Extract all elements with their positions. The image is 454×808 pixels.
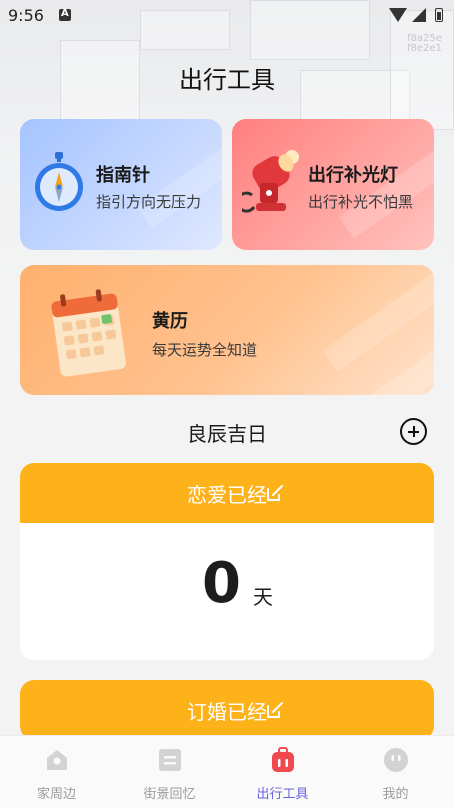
tool-subtitle: 指引方向无压力 (96, 193, 202, 211)
bottom-nav: 家周边 街景回忆 出行工具 我的 (0, 735, 454, 808)
lamp-icon (242, 150, 299, 213)
nav-label: 我的 (382, 787, 409, 802)
wifi-icon (389, 8, 407, 22)
nav-item-street-memory[interactable]: 街景回忆 (113, 736, 226, 808)
nav-item-travel-tools[interactable]: 出行工具 (226, 736, 339, 808)
battery-icon (435, 8, 443, 22)
tool-title: 黄历 (152, 311, 188, 332)
counter-label: 订婚已经 (187, 700, 267, 724)
watermark-line2: f8e2e1 (407, 43, 442, 54)
tool-subtitle: 每天运势全知道 (152, 341, 258, 359)
day-counter-card[interactable]: 订婚已经 (20, 680, 434, 740)
add-button[interactable] (400, 418, 427, 445)
nav-item-nearby[interactable]: 家周边 (0, 736, 113, 808)
tool-title: 指南针 (96, 165, 150, 186)
day-counter-card[interactable]: 恋爱已经 0 天 (20, 463, 434, 660)
tool-card-almanac[interactable]: 黄历 每天运势全知道 (20, 265, 434, 395)
card-decoration (322, 265, 434, 372)
compass-icon (35, 152, 83, 211)
suitcase-icon (272, 747, 294, 772)
counter-header: 订婚已经 (20, 680, 434, 740)
nav-item-mine[interactable]: 我的 (339, 736, 452, 808)
tool-card-compass[interactable]: 指南针 指引方向无压力 (20, 119, 222, 250)
section-title: 良辰吉日 (187, 422, 267, 446)
status-time: 9:56 (8, 6, 44, 25)
edit-icon[interactable] (265, 483, 285, 503)
location-pin-icon (47, 750, 67, 770)
list-card-icon (159, 749, 181, 771)
status-bar: 9:56 (0, 0, 454, 32)
page-title: 出行工具 (179, 66, 275, 94)
edit-icon[interactable] (265, 700, 285, 720)
calendar-icon (51, 289, 126, 377)
counter-unit: 天 (253, 585, 273, 609)
nav-label: 出行工具 (256, 787, 309, 802)
counter-label: 恋爱已经 (187, 483, 267, 507)
app-notification-icon (59, 8, 71, 21)
nav-label: 街景回忆 (143, 787, 196, 802)
signal-icon (412, 8, 426, 22)
nav-label: 家周边 (36, 787, 76, 802)
counter-header: 恋爱已经 (20, 463, 434, 523)
tool-title: 出行补光灯 (308, 165, 398, 186)
watermark: f8a25e f8e2e1 (407, 34, 442, 54)
tool-subtitle: 出行补光不怕黑 (308, 193, 414, 211)
counter-body: 0 天 (20, 523, 434, 660)
counter-value: 0 (202, 551, 241, 616)
face-icon (384, 748, 408, 772)
tool-card-fill-light[interactable]: 出行补光灯 出行补光不怕黑 (232, 119, 434, 250)
